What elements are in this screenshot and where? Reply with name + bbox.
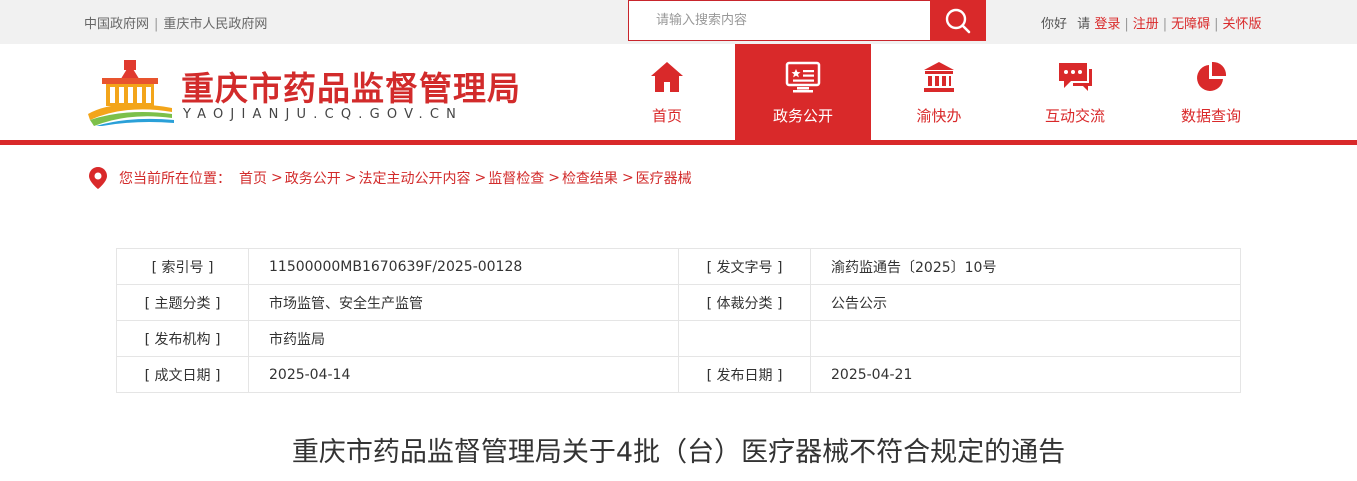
search-box — [628, 0, 932, 41]
info-key: [ 体裁分类 ] — [678, 284, 811, 321]
breadcrumb-item[interactable]: 监督检查 — [488, 168, 544, 188]
info-key: [ 索引号 ] — [116, 248, 249, 285]
user-links: 你好 请 登录 | 注册 | 无障碍 | 关怀版 — [1041, 13, 1262, 32]
site-name[interactable]: 重庆市药品监督管理局 — [181, 62, 521, 110]
site-header: 重庆市药品监督管理局 YAOJIANJU.CQ.GOV.CN 首页 政务公开 渝… — [0, 44, 1357, 140]
info-key: [ 发文字号 ] — [678, 248, 811, 285]
divider: | — [154, 17, 159, 32]
info-value: 渝药监通告〔2025〕10号 — [810, 248, 1241, 285]
nav-label: 渝快办 — [916, 107, 962, 125]
divider: | — [1214, 17, 1219, 32]
nav-label: 数据查询 — [1180, 107, 1241, 125]
info-value — [810, 320, 1241, 357]
breadcrumb: 您当前所在位置： 首页 > 政务公开 > 法定主动公开内容 > 监督检查 > 检查结果 … — [89, 167, 692, 189]
breadcrumb-separator: > — [344, 170, 357, 186]
info-key: [ 发布日期 ] — [678, 356, 811, 393]
care-mode-link[interactable]: 关怀版 — [1223, 17, 1262, 32]
info-value: 2025-04-21 — [810, 356, 1241, 393]
info-value: 公告公示 — [810, 284, 1241, 321]
link-china-gov[interactable]: 中国政府网 — [84, 17, 149, 32]
info-key: [ 成文日期 ] — [116, 356, 249, 393]
search-input[interactable] — [629, 1, 931, 40]
please-text: 请 — [1077, 17, 1091, 32]
accessibility-link[interactable]: 无障碍 — [1171, 17, 1210, 32]
info-value: 11500000MB1670639F/2025-00128 — [248, 248, 679, 285]
table-row: [ 成文日期 ] 2025-04-14 [ 发布日期 ] 2025-04-21 — [116, 356, 1241, 393]
search-icon — [945, 8, 971, 33]
breadcrumb-item[interactable]: 检查结果 — [562, 168, 618, 188]
chat-icon — [1057, 60, 1093, 94]
breadcrumb-separator: > — [271, 170, 283, 186]
breadcrumb-separator: > — [548, 170, 560, 186]
document-info-table: [ 索引号 ] 11500000MB1670639F/2025-00128 [ … — [116, 248, 1241, 393]
top-bar: 中国政府网|重庆市人民政府网 你好 请 登录|注册|无障碍|关怀版 — [0, 0, 1357, 44]
breadcrumb-item[interactable]: 政务公开 — [285, 168, 341, 188]
nav-label: 互动交流 — [1044, 107, 1105, 125]
breadcrumb-separator: > — [474, 170, 487, 186]
nav-item-yukuaiban[interactable]: 渝快办 — [871, 44, 1007, 140]
nav-label: 政务公开 — [772, 107, 833, 125]
search-button[interactable] — [930, 0, 986, 41]
divider: | — [1124, 17, 1129, 32]
nav-item-home[interactable]: 首页 — [599, 44, 735, 140]
breadcrumb-item[interactable]: 法定主动公开内容 — [358, 168, 470, 188]
link-chongqing-gov[interactable]: 重庆市人民政府网 — [163, 17, 267, 32]
header-divider — [0, 140, 1357, 145]
info-key: [ 发布机构 ] — [116, 320, 249, 357]
info-value: 市场监管、安全生产监管 — [248, 284, 679, 321]
nav-item-data-query[interactable]: 数据查询 — [1143, 44, 1279, 140]
site-domain: YAOJIANJU.CQ.GOV.CN — [183, 107, 464, 122]
breadcrumb-item[interactable]: 医疗器械 — [636, 168, 692, 188]
login-link[interactable]: 登录 — [1094, 17, 1120, 32]
nav-label: 首页 — [651, 107, 682, 125]
building-icon — [921, 60, 957, 94]
table-row: [ 索引号 ] 11500000MB1670639F/2025-00128 [ … — [116, 248, 1241, 285]
breadcrumb-separator: > — [621, 170, 634, 186]
info-value: 市药监局 — [248, 320, 679, 357]
info-key: [ 主题分类 ] — [116, 284, 249, 321]
nav-item-interaction[interactable]: 互动交流 — [1007, 44, 1143, 140]
info-key — [678, 320, 811, 357]
nav-item-gov-affairs[interactable]: 政务公开 — [735, 44, 871, 140]
divider: | — [1162, 17, 1168, 32]
document-title: 重庆市药品监督管理局关于4批（台）医疗器械不符合规定的通告 — [291, 437, 1066, 468]
site-logo[interactable] — [86, 60, 174, 126]
table-row: [ 发布机构 ] 市药监局 — [116, 320, 1241, 357]
pie-chart-icon — [1193, 60, 1229, 94]
table-row: [ 主题分类 ] 市场监管、安全生产监管 [ 体裁分类 ] 公告公示 — [116, 284, 1241, 321]
register-link[interactable]: 注册 — [1133, 17, 1159, 32]
location-pin-icon — [89, 167, 107, 189]
breadcrumb-label: 您当前所在位置： — [119, 171, 231, 187]
breadcrumb-item[interactable]: 首页 — [239, 168, 267, 188]
info-value: 2025-04-14 — [248, 356, 679, 393]
monitor-star-icon — [785, 60, 821, 94]
home-icon — [649, 60, 685, 94]
top-links: 中国政府网 | 重庆市人民政府网 — [84, 13, 267, 32]
main-nav: 首页 政务公开 渝快办 互动交流 数据查询 — [599, 44, 1279, 140]
greeting: 你好 — [1041, 17, 1068, 32]
